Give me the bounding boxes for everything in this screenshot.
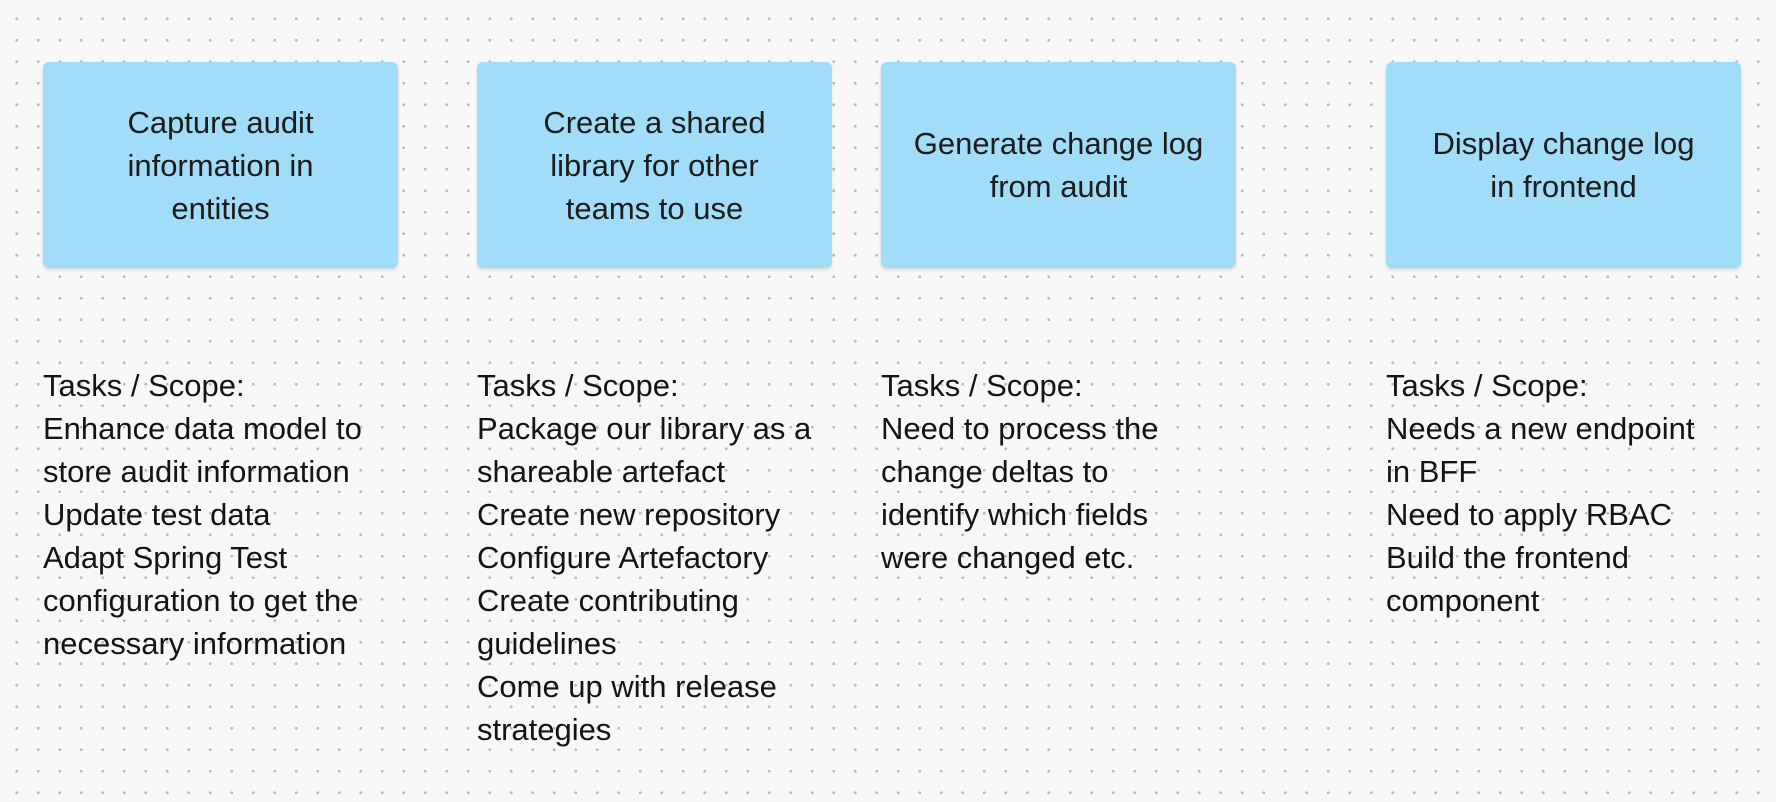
whiteboard-canvas[interactable]: Capture audit information in entities Ta… — [0, 0, 1776, 802]
task-notes-heading: Tasks / Scope: — [43, 368, 245, 403]
task-item: Needs a new endpoint in BFF — [1386, 411, 1695, 489]
task-notes-heading: Tasks / Scope: — [881, 368, 1083, 403]
column-generate-change-log: Generate change log from audit Tasks / S… — [881, 62, 1251, 579]
sticky-note[interactable]: Generate change log from audit — [881, 62, 1236, 268]
task-notes-heading: Tasks / Scope: — [1386, 368, 1588, 403]
sticky-note-text: Display change log in frontend — [1432, 126, 1695, 204]
column-display-change-log: Display change log in frontend Tasks / S… — [1386, 62, 1756, 622]
task-notes[interactable]: Tasks / Scope: Needs a new endpoint in B… — [1386, 364, 1756, 622]
task-item: Create contributing guidelines — [477, 583, 739, 661]
task-item: Configure Artefactory — [477, 540, 769, 575]
sticky-note[interactable]: Display change log in frontend — [1386, 62, 1741, 268]
task-item: Need to apply RBAC — [1386, 497, 1673, 532]
task-item: Update test data — [43, 497, 271, 532]
task-item: Create new repository — [477, 497, 781, 532]
column-capture-audit: Capture audit information in entities Ta… — [43, 62, 413, 665]
column-shared-library: Create a shared library for other teams … — [477, 62, 847, 751]
sticky-note-text: Generate change log from audit — [913, 126, 1204, 204]
task-notes[interactable]: Tasks / Scope: Enhance data model to sto… — [43, 364, 413, 665]
task-item: Adapt Spring Test configuration to get t… — [43, 540, 359, 661]
task-item: Enhance data model to store audit inform… — [43, 411, 362, 489]
task-notes[interactable]: Tasks / Scope: Need to process the chang… — [881, 364, 1251, 579]
task-notes-heading: Tasks / Scope: — [477, 368, 679, 403]
task-item: Need to process the change deltas to ide… — [881, 411, 1159, 575]
task-item: Package our library as a shareable artef… — [477, 411, 812, 489]
task-notes[interactable]: Tasks / Scope: Package our library as a … — [477, 364, 847, 751]
task-item: Build the frontend component — [1386, 540, 1630, 618]
sticky-note[interactable]: Create a shared library for other teams … — [477, 62, 832, 268]
sticky-note[interactable]: Capture audit information in entities — [43, 62, 398, 268]
sticky-note-text: Create a shared library for other teams … — [543, 104, 766, 226]
sticky-note-text: Capture audit information in entities — [127, 104, 314, 226]
task-item: Come up with release strategies — [477, 669, 777, 747]
